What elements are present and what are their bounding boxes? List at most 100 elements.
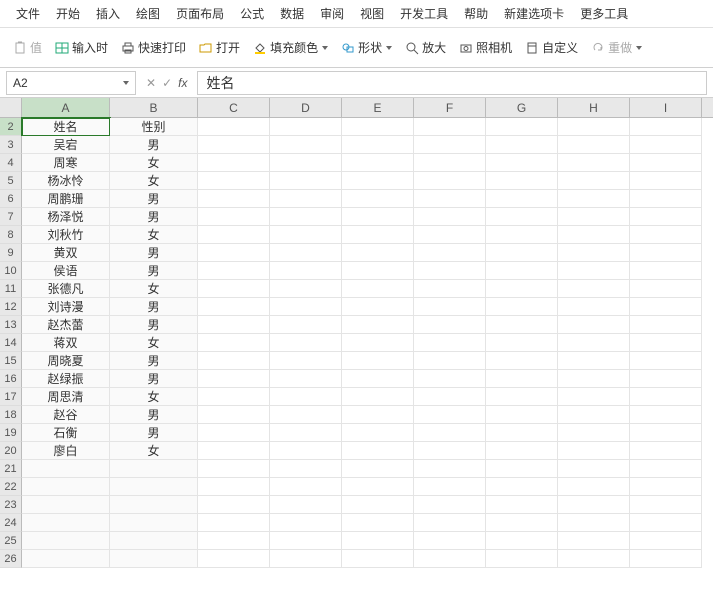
menu-item[interactable]: 插入 (88, 5, 128, 22)
cell[interactable] (630, 514, 702, 532)
cell[interactable] (558, 370, 630, 388)
cell[interactable] (342, 154, 414, 172)
cell[interactable]: 男 (110, 136, 198, 154)
cell[interactable] (486, 352, 558, 370)
cancel-icon[interactable]: ✕ (146, 76, 156, 90)
row-header[interactable]: 15 (0, 352, 22, 370)
cell[interactable] (198, 514, 270, 532)
row-header[interactable]: 26 (0, 550, 22, 568)
cell[interactable] (558, 532, 630, 550)
row-header[interactable]: 11 (0, 280, 22, 298)
cell[interactable] (486, 280, 558, 298)
cell[interactable]: 男 (110, 244, 198, 262)
cell[interactable] (558, 244, 630, 262)
cell[interactable] (558, 334, 630, 352)
menu-item[interactable]: 页面布局 (168, 5, 232, 22)
custom-button[interactable]: 自定义 (520, 37, 582, 58)
cell[interactable]: 女 (110, 334, 198, 352)
cell[interactable] (342, 514, 414, 532)
cell[interactable] (110, 550, 198, 568)
cell[interactable] (22, 496, 110, 514)
column-header[interactable]: G (486, 98, 558, 117)
cell[interactable] (558, 424, 630, 442)
cell[interactable] (270, 532, 342, 550)
cell[interactable] (342, 388, 414, 406)
zoom-in-button[interactable]: 放大 (400, 37, 450, 58)
cell[interactable]: 杨泽悦 (22, 208, 110, 226)
cell[interactable] (486, 478, 558, 496)
cell[interactable] (558, 496, 630, 514)
cell[interactable]: 蒋双 (22, 334, 110, 352)
cell[interactable] (414, 370, 486, 388)
fx-icon[interactable]: fx (178, 76, 187, 90)
cell[interactable] (270, 172, 342, 190)
cell[interactable]: 男 (110, 352, 198, 370)
cell[interactable]: 男 (110, 262, 198, 280)
cell[interactable] (630, 226, 702, 244)
cell[interactable] (198, 442, 270, 460)
cell[interactable] (558, 298, 630, 316)
cell[interactable] (486, 316, 558, 334)
cell[interactable] (198, 334, 270, 352)
cell[interactable] (198, 190, 270, 208)
menu-item[interactable]: 数据 (272, 5, 312, 22)
row-header[interactable]: 3 (0, 136, 22, 154)
column-header[interactable]: H (558, 98, 630, 117)
cell[interactable] (630, 334, 702, 352)
menu-item[interactable]: 开始 (48, 5, 88, 22)
cell[interactable] (558, 226, 630, 244)
menu-item[interactable]: 新建选项卡 (496, 5, 572, 22)
row-header[interactable]: 24 (0, 514, 22, 532)
cell[interactable] (270, 190, 342, 208)
select-all-corner[interactable] (0, 98, 22, 117)
cell[interactable]: 黄双 (22, 244, 110, 262)
cell[interactable] (630, 388, 702, 406)
cell[interactable] (198, 316, 270, 334)
cell[interactable] (558, 550, 630, 568)
spreadsheet-grid[interactable]: ABCDEFGHI 2姓名性别3吴宕男4周寒女5杨冰怜女6周鹏珊男7杨泽悦男8刘… (0, 98, 713, 568)
cell[interactable] (342, 352, 414, 370)
confirm-icon[interactable]: ✓ (162, 76, 172, 90)
cell[interactable] (342, 496, 414, 514)
cell[interactable] (558, 262, 630, 280)
cell[interactable] (414, 442, 486, 460)
cell[interactable] (110, 532, 198, 550)
cell[interactable] (414, 406, 486, 424)
cell[interactable] (342, 460, 414, 478)
cell[interactable] (630, 316, 702, 334)
cell[interactable] (342, 316, 414, 334)
cell[interactable] (558, 208, 630, 226)
cell[interactable]: 男 (110, 208, 198, 226)
cell[interactable] (110, 460, 198, 478)
cell[interactable] (486, 532, 558, 550)
cell[interactable] (270, 406, 342, 424)
row-header[interactable]: 12 (0, 298, 22, 316)
cell[interactable] (198, 154, 270, 172)
cell[interactable]: 男 (110, 190, 198, 208)
cell[interactable] (270, 208, 342, 226)
menu-item[interactable]: 视图 (352, 5, 392, 22)
cell[interactable] (270, 136, 342, 154)
cell[interactable] (270, 442, 342, 460)
cell[interactable]: 杨冰怜 (22, 172, 110, 190)
cell[interactable] (486, 370, 558, 388)
cell[interactable] (198, 298, 270, 316)
cell[interactable] (198, 550, 270, 568)
cell[interactable] (414, 208, 486, 226)
cell[interactable] (22, 514, 110, 532)
cell[interactable] (198, 280, 270, 298)
cell[interactable] (270, 316, 342, 334)
cell[interactable]: 廖白 (22, 442, 110, 460)
cell[interactable] (270, 424, 342, 442)
cell[interactable] (270, 262, 342, 280)
row-header[interactable]: 18 (0, 406, 22, 424)
cell[interactable] (342, 478, 414, 496)
cell[interactable] (630, 370, 702, 388)
cell[interactable] (342, 550, 414, 568)
cell[interactable] (630, 244, 702, 262)
cell[interactable] (630, 298, 702, 316)
cell[interactable]: 女 (110, 388, 198, 406)
cell[interactable] (414, 388, 486, 406)
cell[interactable] (22, 460, 110, 478)
cell[interactable] (198, 118, 270, 136)
